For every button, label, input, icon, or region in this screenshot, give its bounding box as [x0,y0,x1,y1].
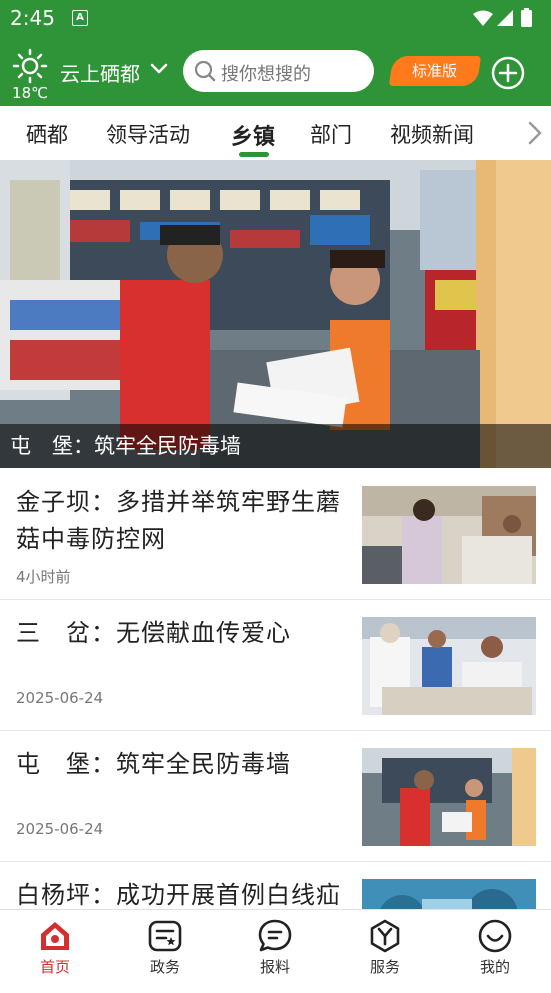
sun-icon [12,48,48,84]
nav-government[interactable]: 政务 [110,910,220,982]
tab-leadership-activities[interactable]: 领导活动 [106,119,190,149]
news-thumbnail [362,617,536,715]
profile-smile-icon [478,919,512,953]
edition-toggle-button[interactable]: 标准版 [388,56,482,86]
search-input[interactable]: 搜你想搜的 [183,50,374,92]
status-time: 2:45 [10,6,55,30]
add-circle-icon[interactable] [491,56,525,90]
active-tab-indicator [239,152,269,157]
news-list-item[interactable]: 屯 堡：筑牢全民防毒墙 2025-06-24 [0,732,551,862]
news-time: 4小时前 [16,568,71,586]
tab-departments[interactable]: 部门 [310,119,352,149]
bottom-navigation: 首页 政务 报料 服务 我的 [0,909,551,982]
news-date: 2025-06-24 [16,820,104,838]
news-date: 2025-06-24 [16,689,104,707]
nav-home[interactable]: 首页 [0,910,110,982]
nav-label: 首页 [39,958,70,976]
news-list-item[interactable]: 三 岔：无偿献血传爱心 2025-06-24 [0,601,551,731]
weather-temperature: 18℃ [12,84,48,102]
tab-townships[interactable]: 乡镇 [231,119,275,151]
status-bar: 2:45 A [0,0,551,36]
home-icon [41,922,69,950]
hero-photo [0,160,551,468]
search-placeholder: 搜你想搜的 [221,64,311,85]
chevron-down-icon[interactable] [150,62,168,76]
report-chat-icon [258,919,292,952]
search-icon [194,60,216,82]
app-header: 18℃ 云上硒都 搜你想搜的 标准版 [0,36,551,106]
tab-video-news[interactable]: 视频新闻 [390,119,474,149]
nav-service[interactable]: 服务 [330,910,440,982]
notification-icon: A [72,10,88,26]
nav-label: 报料 [259,958,290,976]
government-icon [148,920,182,952]
signal-wifi-battery-icon [473,8,532,27]
edition-label: 标准版 [412,62,458,80]
news-thumbnail [362,748,536,846]
weather-widget[interactable]: 18℃ [8,44,52,102]
nav-label: 服务 [369,958,400,976]
service-icon [370,919,400,953]
tab-selenium-capital[interactable]: 硒都 [26,119,68,149]
category-tabs: 硒都 领导活动 乡镇 部门 视频新闻 [0,106,551,160]
city-selector[interactable]: 云上硒都 [60,58,140,87]
nav-report[interactable]: 报料 [220,910,330,982]
hero-caption: 屯 堡：筑牢全民防毒墙 [0,424,551,468]
nav-label: 政务 [149,958,180,976]
nav-label: 我的 [479,958,510,976]
chevron-right-icon[interactable] [526,120,544,146]
news-title: 金子坝：多措并举筑牢野生蘑菇中毒防控网 [16,488,341,553]
nav-profile[interactable]: 我的 [440,910,550,982]
news-title: 三 岔：无偿献血传爱心 [16,619,291,647]
news-list-item[interactable]: 金子坝：多措并举筑牢野生蘑菇中毒防控网 4小时前 [0,470,551,600]
news-thumbnail [362,486,536,584]
news-title: 屯 堡：筑牢全民防毒墙 [16,750,291,778]
hero-banner[interactable]: 屯 堡：筑牢全民防毒墙 [0,160,551,468]
